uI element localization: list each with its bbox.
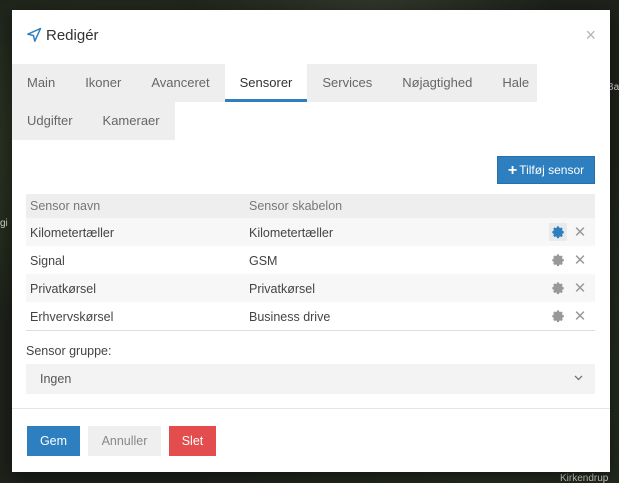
sensor-name: Signal (30, 254, 65, 268)
dialog-footer: Gem Annuller Slet (12, 408, 610, 472)
row-actions: ✕ (549, 223, 589, 241)
location-arrow-icon (26, 27, 42, 43)
tab-services[interactable]: Services (307, 64, 387, 102)
tab-hale[interactable]: Hale (487, 64, 544, 102)
map-label: gi (0, 218, 8, 229)
table-header: Sensor navn Sensor skabelon (26, 194, 595, 218)
tab-avanceret[interactable]: Avanceret (136, 64, 224, 102)
table-row: Kilometertæller Kilometertæller ✕ (26, 218, 595, 246)
gear-icon[interactable] (549, 307, 567, 325)
table-row: Signal GSM ✕ (26, 246, 595, 274)
tab-bar: Main Ikoner Avanceret Sensorer Services … (12, 64, 610, 140)
delete-button[interactable]: Slet (169, 426, 216, 456)
sensors-panel: + Tilføj sensor Sensor navn Sensor skabel… (12, 140, 610, 408)
close-icon[interactable]: ✕ (571, 251, 589, 269)
row-actions: ✕ (549, 251, 589, 269)
sensor-template: GSM (249, 254, 278, 268)
tab-noejagtighed[interactable]: Nøjagtighed (387, 64, 487, 102)
tab-ikoner[interactable]: Ikoner (70, 64, 136, 102)
column-header-sensor-name: Sensor navn (30, 199, 101, 213)
sensor-group-label: Sensor gruppe: (26, 344, 112, 358)
column-header-sensor-template: Sensor skabelon (249, 199, 343, 213)
sensor-name: Kilometertæller (30, 226, 115, 240)
table-row: Privatkørsel Privatkørsel ✕ (26, 274, 595, 302)
tab-row: Udgifter Kameraer (12, 102, 175, 140)
gear-icon[interactable] (549, 279, 567, 297)
close-icon[interactable]: × (585, 26, 596, 44)
sensor-group-value: Ingen (40, 372, 72, 386)
add-sensor-button[interactable]: + Tilføj sensor (497, 156, 595, 184)
dialog-title: Redigér (46, 27, 99, 44)
gear-icon[interactable] (549, 223, 567, 241)
cancel-button[interactable]: Annuller (88, 426, 161, 456)
map-label: Kirkendrup (560, 473, 609, 483)
sensor-group-select[interactable]: Ingen (26, 364, 595, 394)
sensor-table: Sensor navn Sensor skabelon Kilometertæl… (26, 194, 595, 331)
sensor-name: Privatkørsel (30, 282, 96, 296)
tab-main[interactable]: Main (12, 64, 70, 102)
plus-icon: + (507, 162, 518, 179)
add-sensor-label: Tilføj sensor (519, 163, 585, 177)
gear-icon[interactable] (549, 251, 567, 269)
close-icon[interactable]: ✕ (571, 279, 589, 297)
save-button[interactable]: Gem (27, 426, 80, 456)
sensor-template: Privatkørsel (249, 282, 315, 296)
tab-sensorer[interactable]: Sensorer (224, 64, 308, 102)
tab-udgifter[interactable]: Udgifter (12, 102, 88, 140)
sensor-template: Business drive (249, 310, 331, 324)
dialog-header: Redigér × (12, 10, 610, 64)
tab-row: Main Ikoner Avanceret Sensorer Services … (12, 64, 537, 102)
sensor-name: Erhvervskørsel (30, 310, 114, 324)
row-actions: ✕ (549, 279, 589, 297)
table-divider (26, 330, 595, 331)
edit-dialog: Redigér × Main Ikoner Avanceret Sensorer… (12, 10, 610, 472)
row-actions: ✕ (549, 307, 589, 325)
tab-kameraer[interactable]: Kameraer (88, 102, 175, 140)
sensor-template: Kilometertæller (249, 226, 334, 240)
close-icon[interactable]: ✕ (571, 223, 589, 241)
close-icon[interactable]: ✕ (571, 307, 589, 325)
table-row: Erhvervskørsel Business drive ✕ (26, 302, 595, 330)
chevron-down-icon (574, 372, 583, 384)
